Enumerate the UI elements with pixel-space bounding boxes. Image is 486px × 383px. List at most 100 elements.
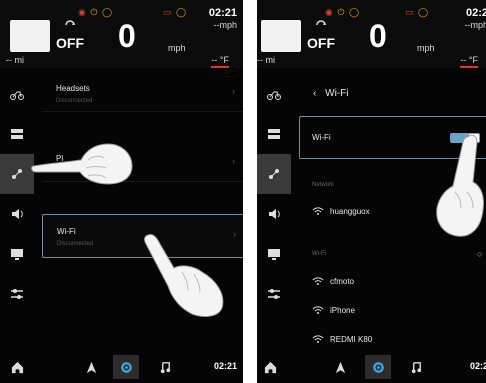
bottom-nav: 02:2 bbox=[257, 351, 486, 383]
sliders-icon bbox=[268, 289, 280, 299]
rotation-icon bbox=[316, 20, 326, 26]
battery-indicator: ▭ ◯ bbox=[163, 7, 187, 17]
sidebar-item-general[interactable] bbox=[257, 274, 291, 314]
odometer: -- mi bbox=[6, 55, 24, 65]
mode-indicator-box bbox=[261, 20, 301, 52]
fuel-icon: ◯ bbox=[176, 7, 188, 17]
speed-unit-readout: --mph bbox=[464, 20, 486, 30]
sidebar-item-display[interactable] bbox=[257, 234, 291, 274]
list-item-label: Pl bbox=[56, 154, 64, 163]
warning-indicators: ◉ ⏻ ◯ bbox=[78, 7, 113, 17]
navigation-arrow-icon bbox=[86, 361, 96, 373]
sidebar-item-display[interactable] bbox=[0, 234, 34, 274]
settings-sidebar bbox=[257, 70, 291, 340]
nav-clock: 02:21 bbox=[213, 361, 237, 371]
settings-gear-icon bbox=[372, 361, 384, 373]
sidebar-item-dashboard[interactable] bbox=[257, 114, 291, 154]
nav-home-button[interactable] bbox=[4, 355, 30, 379]
network-name: huangguox bbox=[330, 206, 370, 216]
list-item-network[interactable]: REDMI K80 bbox=[312, 332, 372, 346]
network-name: REDMI K80 bbox=[330, 334, 373, 344]
battery-icon: ▭ bbox=[163, 7, 173, 17]
page-title: Wi-Fi bbox=[325, 88, 349, 99]
settings-list: Headsets Disconnected › Pl › Wi-Fi Disco… bbox=[42, 72, 243, 347]
list-item-wifi[interactable]: Wi-Fi Disconnected › bbox=[42, 214, 243, 258]
settings-gear-icon bbox=[120, 361, 132, 373]
status-bar: ◉ ⏻ ◯ ▭ ◯ 02:21 --mph OFF 0 mph -- mi --… bbox=[0, 0, 243, 68]
temperature: -- °F bbox=[460, 55, 478, 68]
sidebar-item-dashboard[interactable] bbox=[0, 114, 34, 154]
connectivity-icon bbox=[269, 169, 279, 179]
wifi-toggle-row[interactable]: Wi-Fi bbox=[299, 116, 486, 159]
connectivity-icon bbox=[12, 169, 22, 179]
sidebar-item-connectivity[interactable] bbox=[0, 154, 34, 194]
mode-status: OFF bbox=[307, 35, 335, 51]
sidebar-item-sound[interactable] bbox=[257, 194, 291, 234]
volume-icon bbox=[269, 209, 280, 219]
sidebar-item-sound[interactable] bbox=[0, 194, 34, 234]
fuel-icon: ◯ bbox=[418, 7, 430, 17]
network-name: iPhone bbox=[330, 305, 355, 315]
home-icon bbox=[11, 361, 23, 373]
nav-home-button[interactable] bbox=[257, 355, 283, 379]
wifi-icon bbox=[312, 306, 324, 314]
list-item-network[interactable]: iPhone bbox=[312, 303, 355, 317]
odometer: -- mi bbox=[257, 55, 275, 65]
nav-settings-button[interactable] bbox=[365, 355, 391, 379]
nav-settings-button[interactable] bbox=[113, 355, 139, 379]
chevron-left-icon: ‹ bbox=[313, 88, 317, 99]
sidebar-item-connectivity[interactable] bbox=[257, 154, 291, 194]
bottom-nav: 02:21 bbox=[0, 351, 243, 383]
toggle-knob bbox=[469, 134, 479, 142]
wifi-toggle-switch[interactable] bbox=[450, 133, 480, 143]
wifi-icon bbox=[312, 277, 324, 285]
trip-line: -- mi -- °F bbox=[257, 55, 486, 68]
dashboard-icon bbox=[268, 129, 280, 139]
nav-clock: 02:2 bbox=[469, 361, 486, 371]
clock: 02:2 bbox=[465, 7, 486, 19]
list-item-label: Wi-Fi bbox=[57, 227, 76, 236]
navigation-arrow-icon bbox=[335, 361, 345, 373]
music-note-icon bbox=[411, 361, 421, 373]
nav-music-button[interactable] bbox=[403, 355, 429, 379]
speed-readout: 0 bbox=[118, 18, 136, 54]
music-note-icon bbox=[160, 361, 170, 373]
list-item-phone[interactable]: Pl › bbox=[42, 142, 243, 182]
chevron-right-icon: › bbox=[232, 86, 235, 96]
speed-unit: mph bbox=[168, 43, 186, 53]
rotation-icon bbox=[65, 20, 75, 26]
wifi-icon bbox=[312, 335, 324, 343]
power-icon: ⏻ bbox=[90, 7, 99, 17]
nav-navigation-button[interactable] bbox=[327, 355, 353, 379]
list-item-network[interactable]: cfmoto bbox=[312, 274, 354, 288]
display-icon bbox=[11, 249, 23, 260]
screen-wifi-settings: ◉ ⏻ ◯ ▭ ◯ 02:2 --mph OFF 0 mph -- mi -- … bbox=[257, 0, 486, 383]
list-item-label: Headsets bbox=[56, 84, 90, 93]
settings-sidebar bbox=[0, 70, 34, 340]
sidebar-item-vehicle[interactable] bbox=[0, 74, 34, 114]
sidebar-item-general[interactable] bbox=[0, 274, 34, 314]
engine-warning-icon: ◉ bbox=[325, 7, 334, 17]
list-item-status: Disconnected bbox=[57, 241, 94, 247]
sliders-icon bbox=[11, 289, 23, 299]
power-icon: ⏻ bbox=[337, 7, 346, 17]
volume-icon bbox=[12, 209, 23, 219]
speed-readout: 0 bbox=[369, 18, 387, 54]
motorcycle-icon bbox=[267, 91, 281, 100]
network-name: cfmoto bbox=[330, 276, 355, 286]
list-item-connected-network[interactable]: huangguox bbox=[312, 204, 370, 218]
wifi-icon bbox=[312, 207, 324, 215]
clock: 02:21 bbox=[208, 7, 237, 19]
nav-navigation-button[interactable] bbox=[78, 355, 104, 379]
back-header[interactable]: ‹ Wi-Fi bbox=[313, 88, 348, 99]
wifi-toggle-label: Wi-Fi bbox=[312, 133, 331, 142]
screen-settings-main: ◉ ⏻ ◯ ▭ ◯ 02:21 --mph OFF 0 mph -- mi --… bbox=[0, 0, 243, 383]
chevron-right-icon: › bbox=[232, 156, 235, 166]
sidebar-item-vehicle[interactable] bbox=[257, 74, 291, 114]
list-item-headsets[interactable]: Headsets Disconnected › bbox=[42, 72, 243, 112]
speed-unit-readout: --mph bbox=[213, 20, 237, 30]
nav-music-button[interactable] bbox=[152, 355, 178, 379]
mode-status: OFF bbox=[56, 35, 84, 51]
warning-indicators: ◉ ⏻ ◯ bbox=[325, 7, 360, 17]
refresh-icon[interactable]: ○ bbox=[477, 249, 482, 259]
